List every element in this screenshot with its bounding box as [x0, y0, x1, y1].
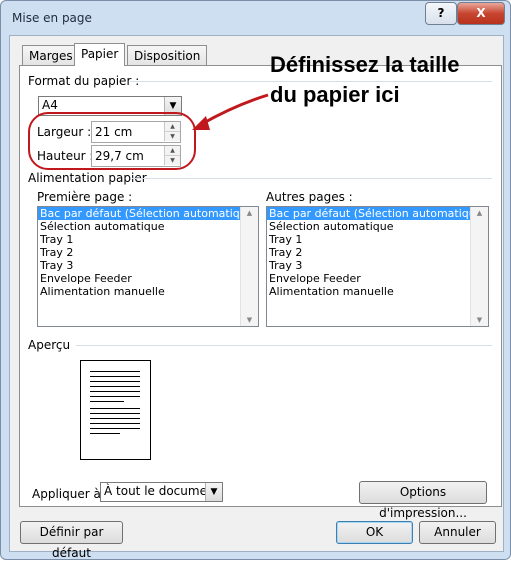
tab-paper[interactable]: Papier — [74, 43, 126, 66]
annotation-arrow — [192, 93, 269, 130]
